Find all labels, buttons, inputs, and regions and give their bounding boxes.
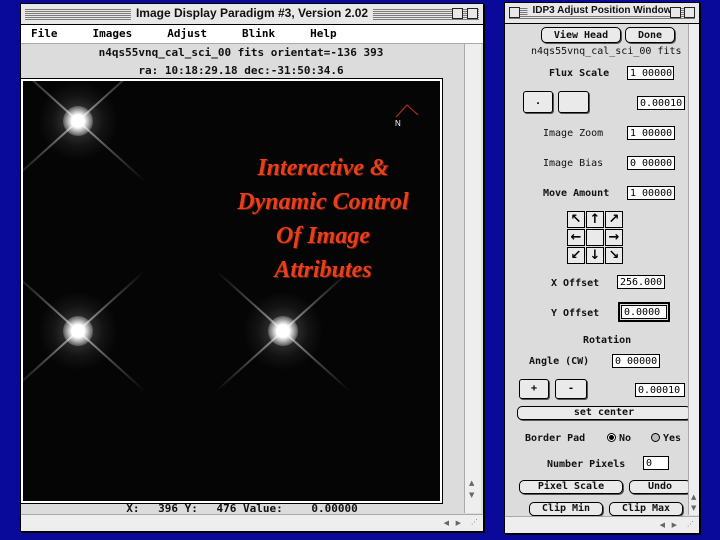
resize-grip-icon[interactable]: ⋰	[687, 520, 694, 528]
move-up-right-button[interactable]: ↗	[605, 211, 623, 228]
main-titlebar[interactable]: Image Display Paradigm #3, Version 2.02	[21, 4, 483, 25]
border-pad-no-radio[interactable]	[607, 433, 616, 442]
overlay-line: Dynamic Control	[237, 189, 409, 215]
scroll-up-icon[interactable]: ▲	[691, 493, 696, 501]
move-center-button[interactable]	[586, 229, 604, 246]
menu-bar: File Images Adjust Blink Help	[21, 25, 483, 44]
image-canvas[interactable]: N Interactive & Dynamic Control Of Image…	[20, 78, 443, 504]
vertical-scrollbar[interactable]: ▲ ▼	[688, 24, 699, 515]
flux-step-input[interactable]: 0.00010	[637, 96, 685, 110]
move-arrow-pad: ↖ ↑ ↗ ← → ↙ ↓ ↘	[567, 211, 623, 264]
overlay-line: Of Image	[276, 223, 370, 249]
scroll-left-icon[interactable]: ◀	[660, 521, 665, 529]
scroll-down-icon[interactable]: ▼	[691, 504, 696, 512]
close-box-icon[interactable]	[509, 7, 520, 18]
horizontal-scrollbar[interactable]: ◀ ▶ ⋰	[21, 514, 483, 531]
undo-button[interactable]: Undo	[629, 480, 691, 494]
x-offset-label: X Offset	[551, 278, 600, 289]
compass-north-label: N	[395, 119, 401, 128]
vertical-scrollbar[interactable]: ▲ ▼	[464, 44, 481, 513]
overlay-caption: Interactive & Dynamic Control Of Image A…	[218, 151, 428, 287]
image-bias-label: Image Bias	[543, 158, 604, 169]
file-info-line: n4qs55vnq_cal_sci_00 fits orientat=-136 …	[98, 46, 384, 59]
menu-blink[interactable]: Blink	[242, 25, 275, 43]
main-window-title: Image Display Paradigm #3, Version 2.02	[130, 6, 374, 20]
star-image	[215, 270, 351, 392]
border-pad-label: Border Pad	[525, 433, 586, 444]
zoom-box-icon[interactable]	[452, 8, 463, 19]
filename-label: n4qs55vnq_cal_sci_00 fits	[531, 46, 682, 57]
move-down-button[interactable]: ↓	[586, 247, 604, 264]
side-titlebar[interactable]: IDP3 Adjust Position Window	[505, 3, 699, 24]
flux-scale-label: Flux Scale	[549, 68, 610, 79]
clip-max-button[interactable]: Clip Max	[609, 502, 683, 516]
image-display-window: Image Display Paradigm #3, Version 2.02 …	[20, 3, 484, 532]
move-down-left-button[interactable]: ↙	[567, 247, 585, 264]
menu-adjust[interactable]: Adjust	[167, 25, 207, 43]
rotate-step-input[interactable]: 0.00010	[635, 383, 685, 397]
move-amount-label: Move Amount	[543, 188, 610, 199]
view-head-button[interactable]: View Head	[541, 27, 621, 43]
adjust-position-window: IDP3 Adjust Position Window View Head Do…	[504, 2, 700, 534]
flux-decrease-button[interactable]	[558, 91, 589, 113]
y-offset-label: Y Offset	[551, 308, 600, 319]
horizontal-scrollbar[interactable]: ◀ ▶ ⋰	[505, 516, 699, 533]
resize-grip-icon[interactable]: ⋰	[471, 518, 478, 526]
flux-scale-input[interactable]: 1 00000	[627, 66, 674, 80]
coordinate-line: ra: 10:18:29.18 dec:-31:50:34.6	[138, 64, 344, 77]
menu-help[interactable]: Help	[310, 25, 337, 43]
move-up-button[interactable]: ↑	[586, 211, 604, 228]
scroll-right-icon[interactable]: ▶	[672, 521, 677, 529]
star-image	[23, 270, 146, 392]
move-down-right-button[interactable]: ↘	[605, 247, 623, 264]
star-image	[23, 81, 146, 182]
number-pixels-label: Number Pixels	[547, 459, 626, 470]
move-amount-input[interactable]: 1 00000	[627, 186, 675, 200]
border-pad-yes-label[interactable]: Yes	[663, 433, 681, 444]
menu-file[interactable]: File	[31, 25, 58, 43]
x-offset-input[interactable]: 256.000	[617, 275, 665, 289]
border-pad-no-label[interactable]: No	[619, 433, 631, 444]
rotate-minus-button[interactable]: -	[555, 379, 587, 399]
collapse-box-icon[interactable]	[684, 7, 695, 18]
side-panel: View Head Done n4qs55vnq_cal_sci_00 fits…	[505, 24, 691, 516]
move-right-button[interactable]: →	[605, 229, 623, 246]
image-zoom-input[interactable]: 1 00000	[627, 126, 675, 140]
number-pixels-input[interactable]: 0	[643, 456, 669, 470]
set-center-button[interactable]: set center	[517, 406, 691, 420]
angle-label: Angle (CW)	[529, 356, 590, 367]
angle-input[interactable]: 0 00000	[612, 354, 660, 368]
flux-increase-button[interactable]: .	[523, 91, 553, 113]
scroll-up-icon[interactable]: ▲	[469, 479, 474, 487]
scroll-down-icon[interactable]: ▼	[469, 491, 474, 499]
image-bias-input[interactable]: 0 00000	[627, 156, 675, 170]
move-left-button[interactable]: ←	[567, 229, 585, 246]
compass-arrow-icon	[395, 104, 419, 118]
border-pad-yes-radio[interactable]	[651, 433, 660, 442]
menu-images[interactable]: Images	[93, 25, 133, 43]
side-window-title: IDP3 Adjust Position Window	[527, 5, 677, 16]
overlay-line: Attributes	[274, 257, 372, 283]
rotation-label: Rotation	[583, 335, 632, 346]
overlay-line: Interactive &	[257, 155, 389, 181]
scroll-left-icon[interactable]: ◀	[444, 519, 449, 527]
clip-min-button[interactable]: Clip Min	[529, 502, 603, 516]
image-zoom-label: Image Zoom	[543, 128, 604, 139]
move-up-left-button[interactable]: ↖	[567, 211, 585, 228]
collapse-box-icon[interactable]	[467, 8, 478, 19]
zoom-box-icon[interactable]	[670, 7, 681, 18]
pixel-scale-button[interactable]: Pixel Scale	[519, 480, 623, 494]
rotate-plus-button[interactable]: +	[519, 379, 549, 399]
y-offset-input[interactable]: 0.0000	[618, 302, 670, 322]
scroll-right-icon[interactable]: ▶	[456, 519, 461, 527]
done-button[interactable]: Done	[625, 27, 675, 43]
